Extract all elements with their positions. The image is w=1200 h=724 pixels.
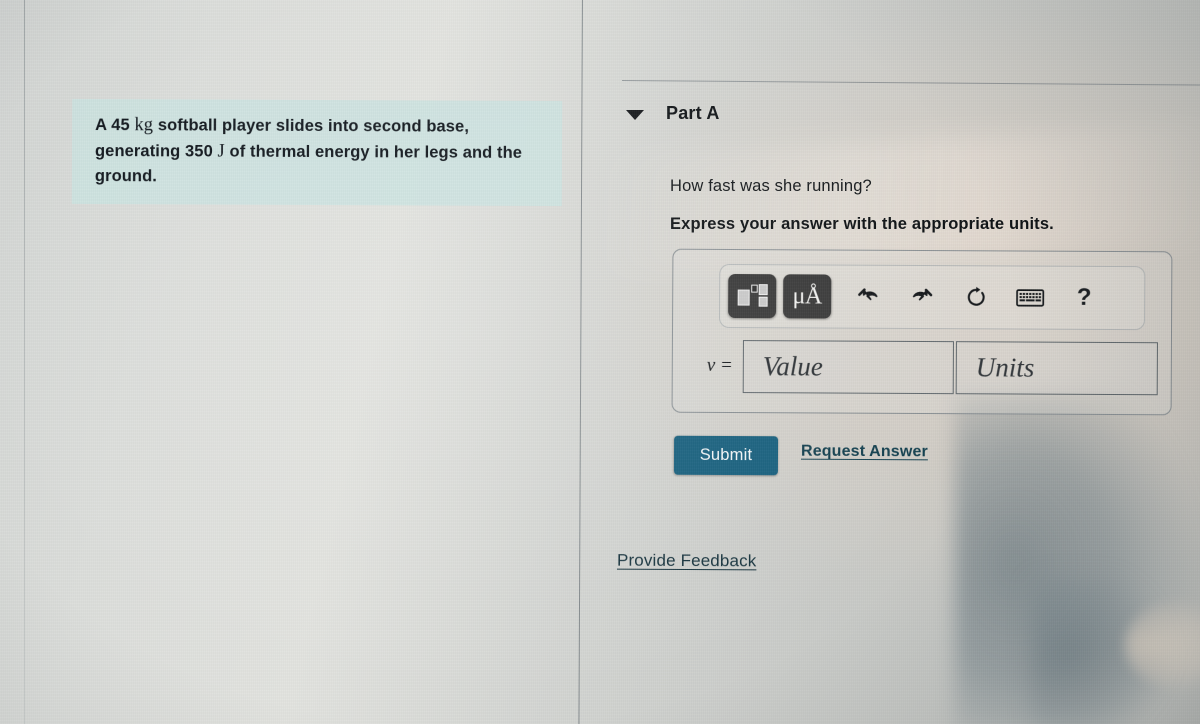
math-template-icon[interactable] — [728, 273, 777, 319]
problem-text-start: A 45 — [95, 116, 135, 135]
help-label: ? — [1076, 283, 1092, 311]
reset-circular-arrow-icon[interactable] — [951, 275, 1001, 319]
micro-angstrom-icon[interactable]: μÅ — [783, 274, 832, 319]
units-input[interactable]: Units — [955, 340, 1158, 395]
value-input[interactable]: Value — [742, 339, 954, 394]
undo-arrow-icon[interactable] — [843, 275, 893, 319]
question-text: How fast was she running? — [670, 177, 872, 195]
variable-label: v = — [706, 354, 733, 377]
problem-statement: A 45 kg softball player slides into seco… — [71, 98, 563, 207]
keyboard-glyph — [1016, 288, 1045, 307]
units-button-label: μÅ — [792, 283, 822, 310]
provide-feedback-link[interactable]: Provide Feedback — [617, 551, 757, 572]
math-template-glyph — [737, 284, 768, 307]
redo-glyph — [912, 288, 933, 301]
part-title: Part A — [666, 103, 720, 123]
redo-arrow-icon[interactable] — [897, 275, 947, 319]
unit-joule: J — [217, 141, 225, 162]
keyboard-icon[interactable] — [1005, 275, 1055, 319]
screenshot-root: A 45 kg softball player slides into seco… — [0, 0, 1200, 724]
request-answer-link[interactable]: Request Answer — [801, 443, 928, 462]
answer-input-widget: μÅ ? v = Value Units — [671, 248, 1173, 416]
instruction-text: Express your answer with the appropriate… — [670, 215, 1054, 233]
left-bezel-line — [24, 0, 25, 724]
reset-glyph — [967, 286, 985, 306]
units-placeholder: Units — [975, 351, 1035, 383]
submit-button[interactable]: Submit — [673, 435, 779, 476]
question-mark-icon[interactable]: ? — [1059, 276, 1109, 320]
answer-field-row: v = Value Units — [685, 338, 1161, 396]
value-placeholder: Value — [762, 350, 823, 381]
triangle-down-icon[interactable] — [626, 110, 644, 120]
undo-glyph — [858, 288, 878, 301]
part-header[interactable]: Part A — [626, 103, 720, 124]
unit-kg: kg — [134, 115, 154, 136]
answer-toolbar: μÅ ? — [719, 263, 1146, 331]
